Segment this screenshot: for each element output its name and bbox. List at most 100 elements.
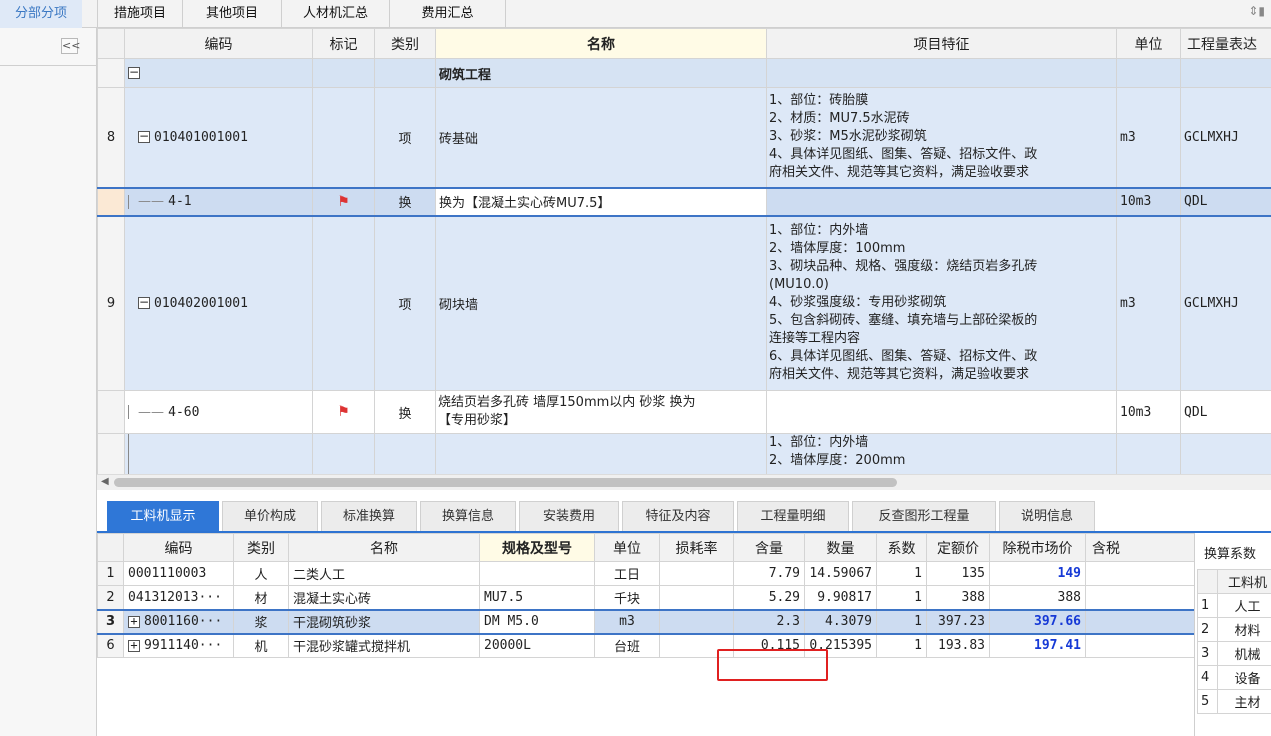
col-code-header[interactable]: 编码 <box>124 28 313 59</box>
tab-shuoming[interactable]: 说明信息 <box>999 501 1095 531</box>
col-loss-header[interactable]: 损耗率 <box>659 533 734 562</box>
table-row-selected[interactable]: 3 +8001160··· 浆 干混砌筑砂浆 DM M5.0 m3 2.3 4.… <box>97 608 1194 635</box>
list-item[interactable]: 4 设备 <box>1197 665 1271 690</box>
name-cell[interactable]: 二类人工 <box>288 561 480 586</box>
list-item[interactable]: 5 主材 <box>1197 689 1271 714</box>
name-cell[interactable]: 换为【混凝土实心砖MU7.5】 <box>435 186 767 217</box>
tax-cell[interactable] <box>1085 561 1194 586</box>
col-name-header[interactable]: 名称 <box>435 28 767 59</box>
tab-fancha[interactable]: 反查图形工程量 <box>852 501 996 531</box>
name-cell[interactable]: 干混砂浆罐式搅拌机 <box>288 633 480 658</box>
scroll-left-icon[interactable]: ◀ <box>101 476 109 487</box>
name-cell[interactable]: 砖基础 <box>435 87 767 188</box>
expr-cell[interactable]: GCLMXHJ <box>1180 215 1271 391</box>
mark-cell <box>312 58 375 88</box>
tab-biaozhun[interactable]: 标准换算 <box>321 501 417 531</box>
col-qty-header[interactable]: 数量 <box>804 533 877 562</box>
tab-danjia[interactable]: 单价构成 <box>222 501 318 531</box>
tab-gongchengliang[interactable]: 工程量明细 <box>737 501 849 531</box>
market-cell[interactable]: 397.66 <box>989 608 1086 635</box>
table-row[interactable]: 9 −010402001001 项 砌块墙 1、部位：内外墙 2、墙体厚度：10… <box>97 215 1271 391</box>
tab-anzhuang[interactable]: 安装费用 <box>519 501 619 531</box>
name-cell[interactable]: 混凝土实心砖 <box>288 585 480 610</box>
table-row-selected[interactable]: —— 4-1 ⚑ 换 换为【混凝土实心砖MU7.5】 10m3 QDL <box>97 186 1271 217</box>
expand-toggle-icon[interactable]: + <box>128 639 140 652</box>
expr-cell[interactable]: QDL <box>1180 186 1271 217</box>
loss-cell[interactable] <box>659 561 734 586</box>
collapse-toggle-icon[interactable]: − <box>138 296 150 310</box>
col-spec-header[interactable]: 规格及型号 <box>479 533 595 562</box>
spec-cell[interactable]: 20000L <box>479 633 595 658</box>
col-tax-header[interactable]: 含税 <box>1085 533 1194 562</box>
feature-cell[interactable] <box>766 390 1117 434</box>
col-code-header[interactable]: 编码 <box>123 533 234 562</box>
table-row[interactable]: 1 0001110003 人 二类人工 工日 7.79 14.59067 1 1… <box>97 561 1194 586</box>
expand-toggle-icon[interactable]: + <box>128 615 140 628</box>
tab-tezheng[interactable]: 特征及内容 <box>622 501 734 531</box>
list-item[interactable]: 3 机械 <box>1197 641 1271 666</box>
tax-cell[interactable] <box>1085 608 1194 635</box>
expr-cell[interactable]: GCLMXHJ <box>1180 87 1271 188</box>
col-content-header[interactable]: 含量 <box>733 533 805 562</box>
scrollbar-thumb[interactable] <box>114 478 897 487</box>
mark-cell[interactable]: ⚑ <box>312 186 375 217</box>
table-row[interactable]: 6 +9911140··· 机 干混砂浆罐式搅拌机 20000L 台班 0.11… <box>97 633 1194 658</box>
col-feature-header[interactable]: 项目特征 <box>766 28 1117 59</box>
feature-cell[interactable]: 1、部位：砖胎膜 2、材质：MU7.5水泥砖 3、砂浆：M5水泥砂浆砌筑 4、具… <box>766 87 1117 188</box>
feature-cell[interactable] <box>766 186 1117 217</box>
cat-cell: 材 <box>233 585 289 610</box>
tab-gongliaoji[interactable]: 工料机显示 <box>107 501 219 531</box>
list-item[interactable]: 2 材料 <box>1197 617 1271 642</box>
feature-cell[interactable]: 1、部位：内外墙 2、墙体厚度：200mm <box>766 433 1117 474</box>
table-row[interactable]: —— 4-60 ⚑ 换 烧结页岩多孔砖 墙厚150mm以内 砂浆 换为 【专用砂… <box>97 390 1271 434</box>
table-row[interactable]: 1、部位：内外墙 2、墙体厚度：200mm <box>97 433 1271 474</box>
feature-cell[interactable]: 1、部位：内外墙 2、墙体厚度：100mm 3、砌块品种、规格、强度级：烧结页岩… <box>766 215 1117 391</box>
col-expr-header[interactable]: 工程量表达 <box>1180 28 1271 59</box>
tab-rencaiji[interactable]: 人材机汇总 <box>282 0 390 28</box>
spec-cell[interactable] <box>479 561 595 586</box>
mark-cell[interactable]: ⚑ <box>312 390 375 434</box>
collapse-toggle-icon[interactable]: − <box>138 130 150 144</box>
tab-qita[interactable]: 其他项目 <box>183 0 282 28</box>
col-price-header[interactable]: 定额价 <box>926 533 990 562</box>
list-item[interactable]: 1 人工 <box>1197 593 1271 618</box>
name-cell[interactable]: 砌块墙 <box>435 215 767 391</box>
content-cell[interactable]: 2.3 <box>733 608 805 635</box>
collapse-toggle-icon[interactable]: − <box>128 66 140 79</box>
col-mark-header[interactable]: 标记 <box>312 28 375 59</box>
tax-cell[interactable] <box>1085 633 1194 658</box>
col-unit-header[interactable]: 单位 <box>594 533 660 562</box>
spec-cell[interactable]: DM M5.0 <box>479 608 595 635</box>
tab-cuoshi[interactable]: 措施项目 <box>97 0 183 28</box>
top-tab-bar: 分部分项 措施项目 其他项目 人材机汇总 费用汇总 ⇕▮ <box>0 0 1271 28</box>
name-cell[interactable]: 干混砌筑砂浆 <box>288 608 480 635</box>
col-unit-header[interactable]: 单位 <box>1116 28 1181 59</box>
content-cell[interactable]: 5.29 <box>733 585 805 610</box>
col-cat-header[interactable]: 类别 <box>233 533 289 562</box>
collapse-button[interactable]: << <box>61 38 80 54</box>
col-coef-header[interactable]: 系数 <box>876 533 927 562</box>
tab-huansuan[interactable]: 换算信息 <box>420 501 516 531</box>
code-text: 010401001001 <box>154 129 248 145</box>
loss-cell[interactable] <box>659 585 734 610</box>
market-cell[interactable]: 149 <box>989 561 1086 586</box>
market-cell[interactable]: 197.41 <box>989 633 1086 658</box>
spec-cell[interactable]: MU7.5 <box>479 585 595 610</box>
col-type-header[interactable]: 类别 <box>374 28 436 59</box>
market-cell[interactable]: 388 <box>989 585 1086 610</box>
table-row[interactable]: 8 −010401001001 项 砖基础 1、部位：砖胎膜 2、材质：MU7.… <box>97 87 1271 188</box>
expr-cell[interactable]: QDL <box>1180 390 1271 434</box>
tab-feiyong[interactable]: 费用汇总 <box>390 0 506 28</box>
col-market-header[interactable]: 除税市场价 <box>989 533 1086 562</box>
horizontal-scrollbar[interactable]: ◀ <box>97 474 1271 490</box>
content-cell[interactable]: 7.79 <box>733 561 805 586</box>
name-cell[interactable]: 烧结页岩多孔砖 墙厚150mm以内 砂浆 换为 【专用砂浆】 <box>435 390 767 434</box>
table-row[interactable]: 2 041312013··· 材 混凝土实心砖 MU7.5 千块 5.29 9.… <box>97 585 1194 610</box>
sort-icon[interactable]: ⇕▮ <box>1248 4 1265 18</box>
tab-fenbu[interactable]: 分部分项 <box>0 0 82 28</box>
name-cell[interactable] <box>435 433 767 474</box>
loss-cell[interactable] <box>659 608 734 635</box>
tax-cell[interactable] <box>1085 585 1194 610</box>
section-row[interactable]: − 砌筑工程 <box>97 58 1271 88</box>
col-name-header[interactable]: 名称 <box>288 533 480 562</box>
